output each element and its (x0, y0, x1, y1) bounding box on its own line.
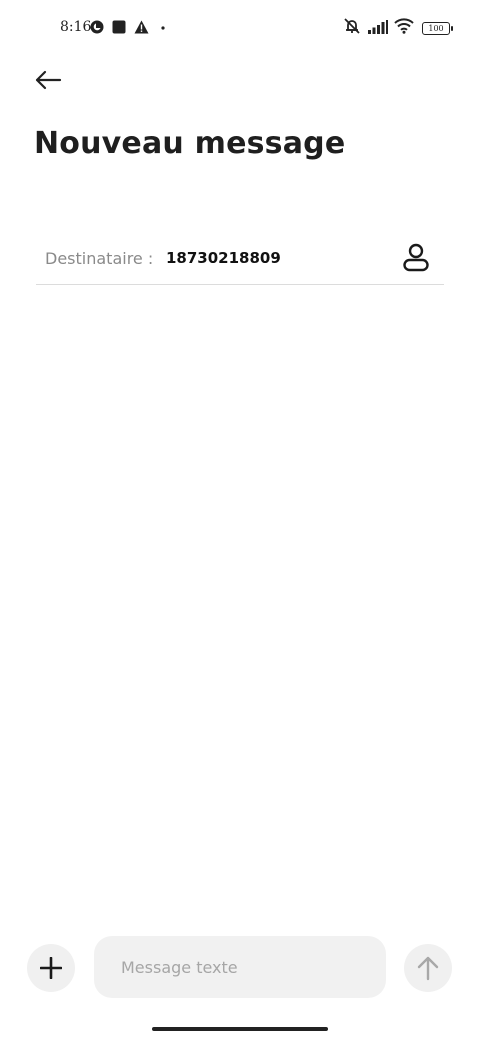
recipient-label: Destinataire : (45, 249, 154, 268)
status-right-icons: 100 (342, 17, 453, 39)
contact-person-icon (403, 243, 429, 272)
dot-icon (157, 19, 169, 38)
recipient-row: Destinataire : 18730218809 (36, 236, 444, 285)
back-arrow-icon (35, 70, 62, 90)
status-left-icons (90, 19, 169, 38)
add-attachment-button[interactable] (27, 944, 75, 992)
page-title: Nouveau message (34, 126, 346, 161)
battery-level: 100 (428, 23, 444, 33)
contact-picker-button[interactable] (398, 240, 434, 276)
send-button[interactable] (404, 944, 452, 992)
wifi-icon (394, 18, 414, 38)
signal-icon (368, 19, 388, 38)
message-input[interactable] (94, 936, 386, 998)
plus-icon (40, 957, 62, 979)
home-indicator[interactable] (152, 1027, 328, 1031)
data-saver-icon (90, 19, 104, 38)
mute-vibrate-icon (342, 17, 362, 39)
status-time: 8:16 (60, 19, 92, 35)
recipient-field[interactable]: 18730218809 (166, 249, 281, 267)
warning-icon (134, 19, 149, 38)
status-bar: 8:16 100 (0, 0, 480, 56)
send-arrow-up-icon (417, 956, 439, 981)
stop-square-icon (112, 19, 126, 38)
back-button[interactable] (28, 62, 68, 98)
battery-icon: 100 (422, 21, 453, 35)
